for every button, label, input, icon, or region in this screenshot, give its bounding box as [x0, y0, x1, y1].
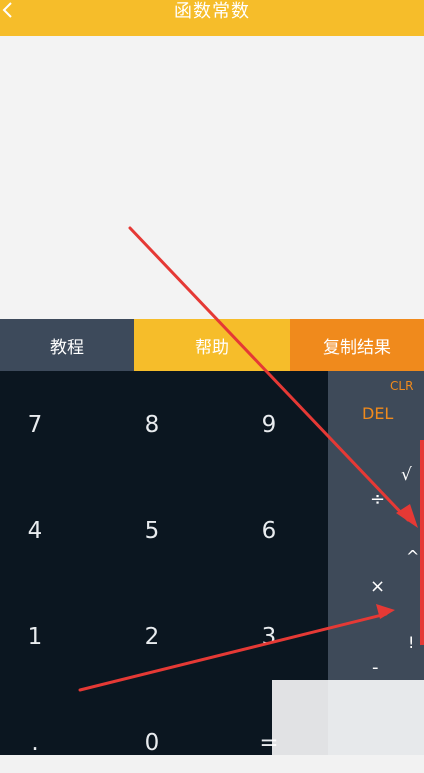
app-header: 函数常数	[0, 0, 424, 36]
tutorial-button[interactable]: 教程	[0, 319, 134, 371]
divide-button[interactable]: ÷	[370, 489, 385, 510]
sqrt-button[interactable]: √	[401, 465, 412, 485]
power-button[interactable]: ^	[406, 547, 419, 566]
key-5[interactable]: 5	[102, 501, 202, 561]
page-title: 函数常数	[174, 1, 250, 22]
key-8[interactable]: 8	[102, 395, 202, 455]
key-4[interactable]: 4	[0, 501, 85, 561]
key-decimal[interactable]: .	[0, 713, 85, 773]
key-0[interactable]: 0	[102, 713, 202, 773]
multiply-button[interactable]: ×	[370, 576, 385, 597]
key-6[interactable]: 6	[219, 501, 319, 561]
minus-button[interactable]: -	[372, 657, 379, 678]
key-9[interactable]: 9	[219, 395, 319, 455]
clear-button[interactable]: CLR	[390, 379, 413, 393]
key-3[interactable]: 3	[219, 607, 319, 667]
key-7[interactable]: 7	[0, 395, 85, 455]
red-scrollbar[interactable]	[420, 440, 424, 645]
key-1[interactable]: 1	[0, 607, 85, 667]
copy-result-button[interactable]: 复制结果	[290, 319, 424, 371]
action-bar: 教程 帮助 复制结果	[0, 319, 424, 371]
factorial-button[interactable]: !	[408, 633, 414, 652]
watermark-region	[272, 680, 424, 755]
help-button[interactable]: 帮助	[134, 319, 290, 371]
delete-button[interactable]: DEL	[362, 404, 393, 423]
result-display	[0, 36, 424, 319]
key-2[interactable]: 2	[102, 607, 202, 667]
